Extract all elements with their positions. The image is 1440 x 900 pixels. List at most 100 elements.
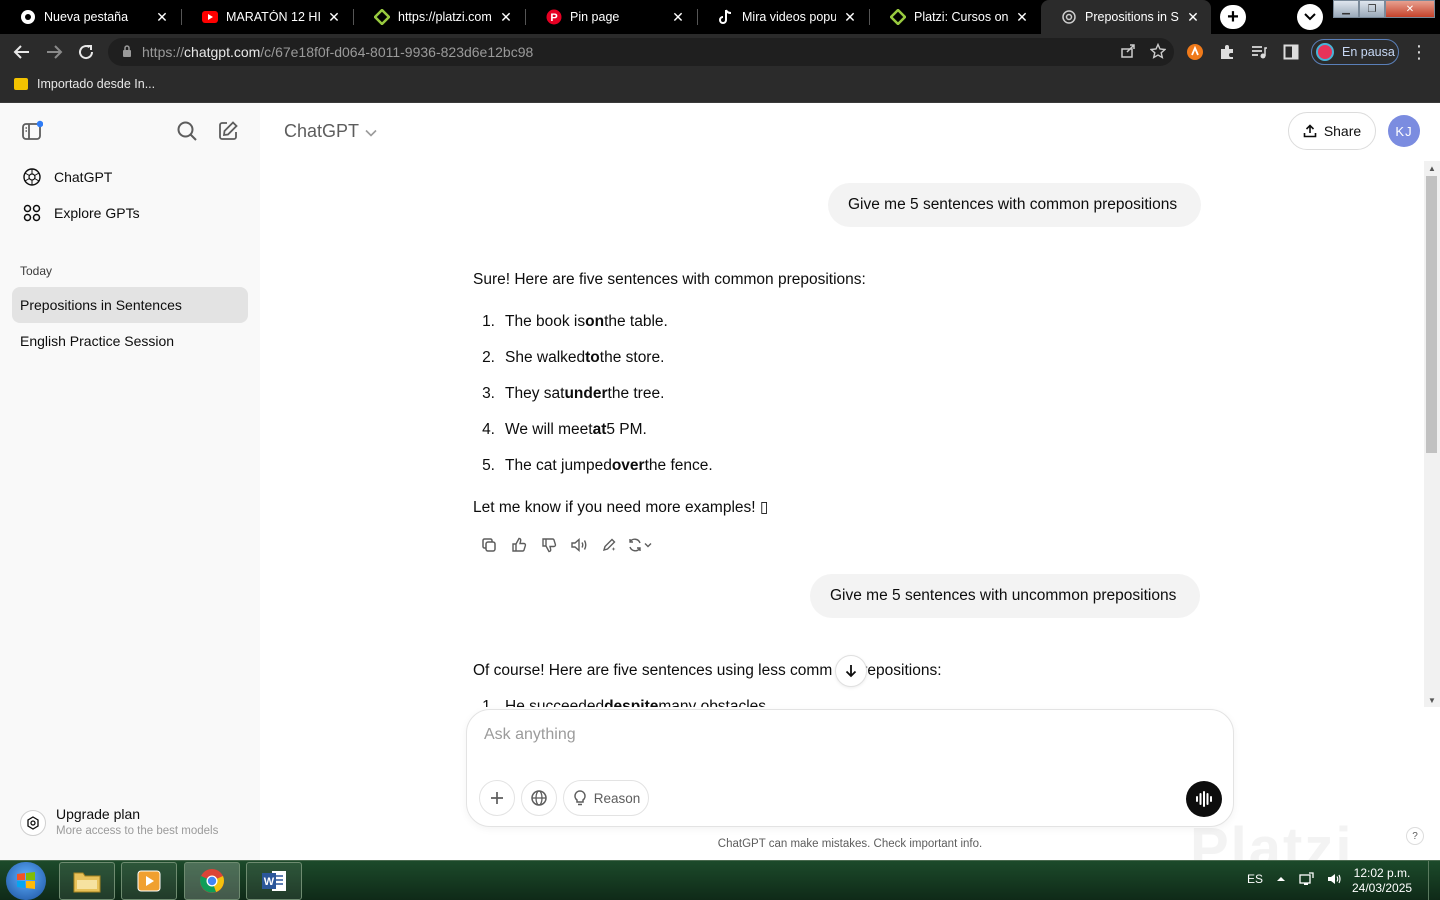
- close-icon[interactable]: ✕: [842, 9, 858, 25]
- show-desktop-button[interactable]: [1428, 861, 1440, 900]
- taskbar-explorer[interactable]: [59, 862, 115, 900]
- share-button[interactable]: Share: [1288, 112, 1376, 150]
- volume-icon[interactable]: [1326, 871, 1342, 892]
- close-icon[interactable]: ✕: [1185, 9, 1201, 25]
- start-button[interactable]: [6, 862, 46, 900]
- sentence-list: 1. The book is on the table. 2. She walked…: [473, 304, 866, 484]
- upgrade-plan-button[interactable]: Upgrade plan More access to the best mod…: [20, 806, 218, 837]
- help-button[interactable]: ?: [1406, 827, 1424, 845]
- tab-platzi-url[interactable]: https://platzi.com/cl ✕: [354, 0, 524, 34]
- attach-button[interactable]: [479, 780, 515, 816]
- read-aloud-icon[interactable]: [564, 533, 594, 557]
- history-section-label: Today: [20, 264, 53, 278]
- tab-tiktok[interactable]: Mira videos popular ✕: [698, 0, 868, 34]
- scroll-up-arrow[interactable]: ▲: [1424, 161, 1440, 175]
- prompt-input[interactable]: [484, 723, 1084, 747]
- reason-button[interactable]: Reason: [563, 780, 649, 816]
- sidebar-item-explore-gpts[interactable]: Explore GPTs: [12, 195, 248, 231]
- extension-avast-icon[interactable]: [1183, 40, 1207, 64]
- maximize-button[interactable]: ❐: [1359, 0, 1385, 18]
- toggle-sidebar-button[interactable]: [19, 118, 45, 144]
- share-page-icon[interactable]: [1120, 43, 1136, 62]
- copy-icon[interactable]: [474, 533, 504, 557]
- edit-canvas-icon[interactable]: [594, 533, 624, 557]
- media-player-icon: [137, 870, 161, 892]
- thumbs-down-icon[interactable]: [534, 533, 564, 557]
- clock-date: 24/03/2025: [1352, 881, 1413, 895]
- scroll-to-bottom-button[interactable]: [835, 655, 867, 687]
- bookmark-label: Importado desde In...: [37, 77, 156, 91]
- forward-button[interactable]: [42, 40, 66, 64]
- profile-avatar-icon: [1316, 43, 1334, 61]
- model-selector[interactable]: ChatGPT: [284, 121, 377, 142]
- new-tab-button[interactable]: +: [1220, 5, 1246, 29]
- search-web-button[interactable]: [521, 780, 557, 816]
- close-icon[interactable]: ✕: [326, 9, 342, 25]
- window-close-button[interactable]: ✕: [1385, 0, 1435, 18]
- close-icon[interactable]: ✕: [670, 9, 686, 25]
- tab-pinterest[interactable]: P Pin page ✕: [526, 0, 696, 34]
- user-message-text: Give me 5 sentences with common preposit…: [848, 196, 1178, 213]
- taskbar-media-player[interactable]: [121, 862, 177, 900]
- taskbar-word[interactable]: W: [246, 862, 302, 900]
- side-panel-icon[interactable]: [1279, 40, 1303, 64]
- share-label: Share: [1323, 123, 1362, 139]
- assistant-message: Sure! Here are five sentences with commo…: [473, 268, 866, 520]
- tab-prepositions[interactable]: Prepositions in Sent ✕: [1041, 0, 1211, 34]
- system-clock[interactable]: 12:02 p.m. 24/03/2025: [1352, 866, 1412, 896]
- chevron-down-icon: [1304, 13, 1316, 21]
- tab-title: https://platzi.com/cl: [398, 10, 492, 24]
- close-icon[interactable]: ✕: [154, 9, 170, 25]
- bookmark-folder[interactable]: Importado desde In...: [14, 77, 155, 91]
- windows-logo-icon: [17, 872, 35, 889]
- history-item-prepositions[interactable]: Prepositions in Sentences: [12, 287, 248, 323]
- arrow-right-icon: [47, 45, 63, 59]
- composer: Reason: [466, 709, 1234, 827]
- scrollbar-thumb[interactable]: [1426, 176, 1437, 453]
- tab-nueva-pestana[interactable]: Nueva pestaña ✕: [0, 0, 180, 34]
- reload-button[interactable]: [74, 40, 98, 64]
- user-message-text: Give me 5 sentences with uncommon prepos…: [830, 587, 1177, 604]
- arrow-down-icon: [845, 665, 857, 678]
- tab-title: Nueva pestaña: [44, 10, 129, 24]
- browser-toolbar: https://chatgpt.com/c/67e18f0f-d064-8011…: [0, 34, 1440, 70]
- taskbar-chrome[interactable]: [184, 862, 240, 900]
- extensions-puzzle-icon[interactable]: [1215, 40, 1239, 64]
- regenerate-icon[interactable]: [624, 533, 658, 557]
- profile-button[interactable]: En pausa: [1311, 39, 1399, 65]
- close-icon[interactable]: ✕: [1014, 9, 1030, 25]
- tray-expand-icon[interactable]: [1276, 871, 1286, 892]
- network-icon[interactable]: [1298, 871, 1314, 892]
- grid-icon: [22, 203, 42, 223]
- back-button[interactable]: [10, 40, 34, 64]
- assistant-intro: Sure! Here are five sentences with commo…: [473, 271, 866, 288]
- scroll-down-arrow[interactable]: ▼: [1424, 693, 1440, 707]
- sidebar-item-chatgpt[interactable]: ChatGPT: [12, 159, 248, 195]
- svg-text:P: P: [550, 12, 557, 24]
- media-queue-icon[interactable]: [1247, 40, 1271, 64]
- tab-platzi-cursos[interactable]: Platzi: Cursos online ✕: [870, 0, 1040, 34]
- bookmarks-bar: Importado desde In...: [0, 70, 1440, 103]
- reload-icon: [79, 45, 94, 60]
- browser-menu-icon[interactable]: ⋮: [1409, 40, 1429, 64]
- voice-mode-button[interactable]: [1186, 781, 1222, 817]
- search-chats-button[interactable]: [174, 118, 200, 144]
- user-message: Give me 5 sentences with common preposit…: [828, 183, 1202, 227]
- sidebar-item-label: Explore GPTs: [54, 205, 140, 221]
- close-icon[interactable]: ✕: [498, 9, 514, 25]
- avatar[interactable]: KJ: [1388, 115, 1420, 147]
- history-item-label: English Practice Session: [20, 333, 175, 349]
- openai-icon: [22, 167, 42, 187]
- minimize-button[interactable]: ▁: [1333, 0, 1359, 18]
- system-tray: [1276, 871, 1342, 892]
- language-indicator[interactable]: ES: [1247, 872, 1263, 886]
- thumbs-up-icon[interactable]: [504, 533, 534, 557]
- new-chat-button[interactable]: [215, 118, 241, 144]
- history-item-english-practice[interactable]: English Practice Session: [12, 323, 248, 359]
- url-path: /c/67e18f0f-d064-8011-9936-823d6e12bc98: [260, 44, 534, 60]
- address-bar[interactable]: https://chatgpt.com/c/67e18f0f-d064-8011…: [108, 38, 1174, 66]
- model-name: ChatGPT: [284, 121, 360, 141]
- tab-youtube[interactable]: MARATÓN 12 HISTO ✕: [182, 0, 352, 34]
- bookmark-star-icon[interactable]: [1149, 42, 1167, 62]
- tab-search-button[interactable]: [1297, 4, 1323, 30]
